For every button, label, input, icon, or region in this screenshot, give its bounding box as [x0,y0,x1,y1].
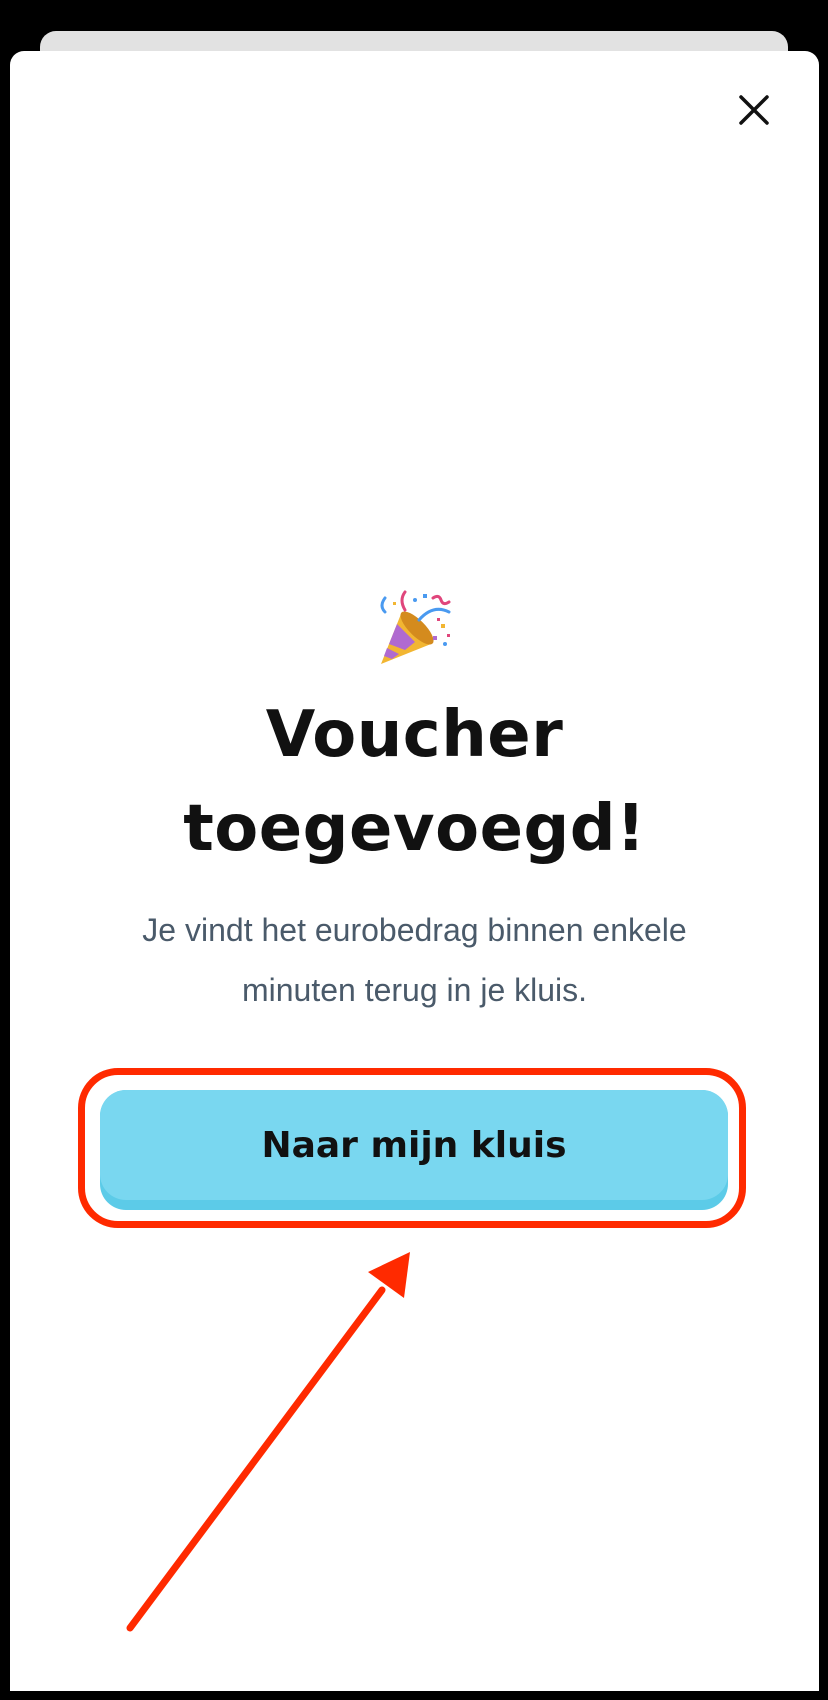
party-popper-icon [380,590,450,664]
close-icon [739,95,769,125]
go-to-vault-button-face[interactable]: Naar mijn kluis [100,1090,728,1200]
modal-title: Voucher toegevoegd! [183,698,646,866]
go-to-vault-button[interactable]: Naar mijn kluis [100,1090,728,1210]
go-to-vault-button-label: Naar mijn kluis [261,1124,567,1166]
modal-content: Voucher toegevoegd! Je vindt het eurobed… [10,590,819,1020]
modal-message: Je vindt het eurobedrag binnen enkele mi… [142,912,687,1008]
close-button[interactable] [726,82,782,138]
cta-area: Naar mijn kluis [100,1090,728,1210]
